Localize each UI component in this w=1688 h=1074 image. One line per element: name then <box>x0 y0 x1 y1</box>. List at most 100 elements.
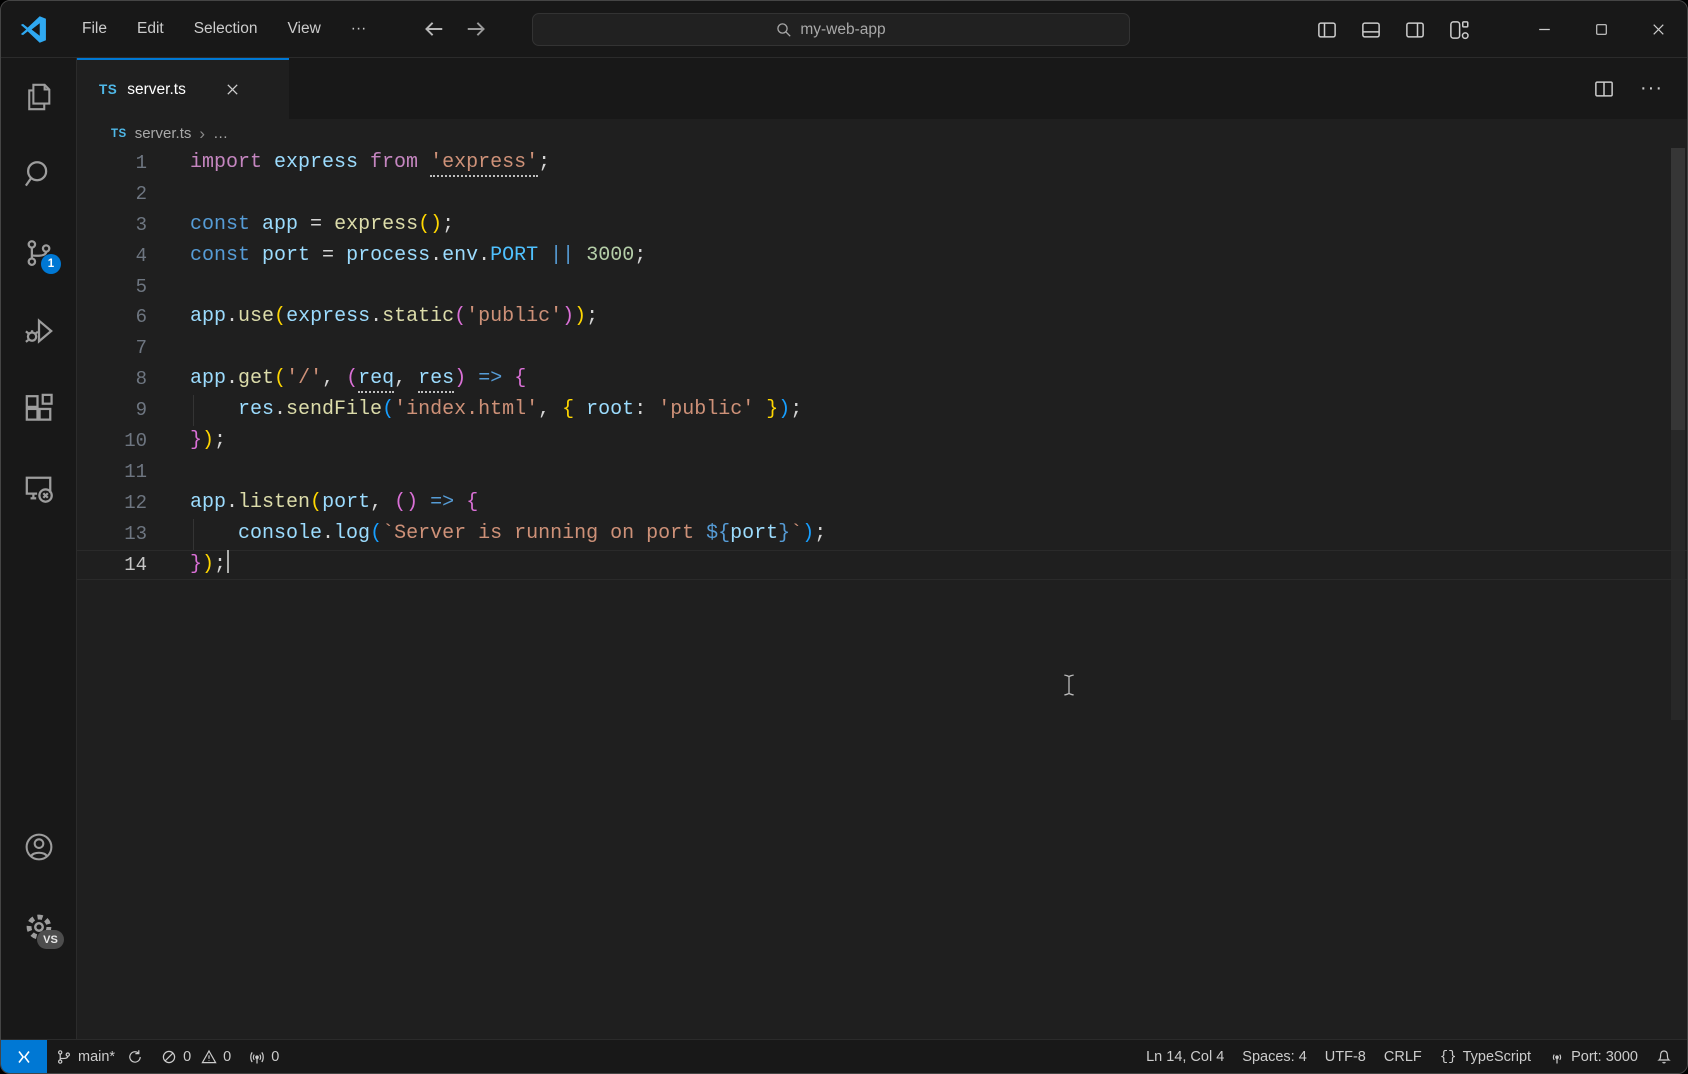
language-mode-status[interactable]: {} TypeScript <box>1431 1040 1540 1073</box>
toggle-secondary-sidebar-icon[interactable] <box>1405 20 1425 40</box>
remote-explorer-button[interactable] <box>24 473 54 503</box>
editor-group: TS server.ts ··· TS server.ts › … 1impor… <box>77 58 1687 1039</box>
files-icon <box>24 82 54 112</box>
tab-server-ts[interactable]: TS server.ts <box>77 58 289 119</box>
code-line[interactable]: 7 <box>77 333 1687 364</box>
indent-guide <box>193 519 194 550</box>
code-token: '/' <box>286 367 322 390</box>
line-number[interactable]: 14 <box>77 550 147 581</box>
tab-close-button[interactable] <box>222 79 244 101</box>
run-debug-button[interactable] <box>24 316 54 346</box>
customize-layout-icon[interactable] <box>1449 20 1469 40</box>
code-line[interactable]: 4const port = process.env.PORT || 3000; <box>77 241 1687 272</box>
settings-button[interactable]: VS <box>24 912 54 942</box>
line-number[interactable]: 2 <box>77 179 147 210</box>
remote-explorer-icon <box>24 473 54 503</box>
code-token: const <box>190 244 250 267</box>
maximize-button[interactable] <box>1573 1 1630 58</box>
code-line[interactable]: 14}); <box>77 550 1687 581</box>
code-token: . <box>226 491 238 514</box>
extensions-button[interactable] <box>24 393 54 423</box>
branch-status[interactable]: main* <box>47 1040 152 1073</box>
split-editor-icon[interactable] <box>1594 79 1614 99</box>
menu-view[interactable]: View <box>272 14 335 44</box>
code-line[interactable]: 11 <box>77 457 1687 488</box>
code-token: ${ <box>706 522 730 545</box>
code-token: ( <box>418 213 430 236</box>
code-token: ; <box>538 151 550 174</box>
indentation-status[interactable]: Spaces: 4 <box>1233 1040 1316 1073</box>
code-token: app <box>262 213 298 236</box>
extensions-icon <box>24 393 54 423</box>
code-token: ) <box>778 398 790 421</box>
code-token: ( <box>310 491 322 514</box>
code-token: , <box>322 367 334 390</box>
line-number[interactable]: 7 <box>77 333 147 364</box>
code-token: root <box>586 398 634 421</box>
eol-status[interactable]: CRLF <box>1375 1040 1431 1073</box>
toggle-primary-sidebar-icon[interactable] <box>1317 20 1337 40</box>
line-number[interactable]: 9 <box>77 395 147 426</box>
line-number[interactable]: 3 <box>77 210 147 241</box>
remote-indicator[interactable] <box>1 1040 47 1073</box>
line-number[interactable]: 4 <box>77 241 147 272</box>
account-icon <box>24 832 54 862</box>
menu-edit[interactable]: Edit <box>122 14 179 44</box>
code-line[interactable]: 6app.use(express.static('public')); <box>77 302 1687 333</box>
code-line[interactable]: 9 res.sendFile('index.html', { root: 'pu… <box>77 395 1687 426</box>
line-number[interactable]: 11 <box>77 457 147 488</box>
editor-more-actions[interactable]: ··· <box>1640 77 1663 100</box>
code-line[interactable]: 2 <box>77 179 1687 210</box>
search-view-button[interactable] <box>24 159 54 189</box>
search-icon <box>24 159 54 189</box>
code-token: , <box>538 398 550 421</box>
code-line[interactable]: 3const app = express(); <box>77 210 1687 241</box>
line-number[interactable]: 8 <box>77 364 147 395</box>
forwarded-port-status[interactable]: Port: 3000 <box>1540 1040 1647 1073</box>
command-center-search[interactable]: my-web-app <box>532 13 1130 46</box>
code-line[interactable]: 1import express from 'express'; <box>77 148 1687 179</box>
code-token: ) <box>454 367 466 390</box>
code-token <box>646 398 658 421</box>
code-line[interactable]: 5 <box>77 272 1687 303</box>
code-token: ( <box>274 305 286 328</box>
breadcrumb-symbol-more[interactable]: … <box>213 125 228 142</box>
line-number[interactable]: 1 <box>77 148 147 179</box>
code-token: use <box>238 305 274 328</box>
toggle-panel-icon[interactable] <box>1361 20 1381 40</box>
notifications-button[interactable] <box>1647 1040 1681 1073</box>
encoding-status[interactable]: UTF-8 <box>1316 1040 1375 1073</box>
code-token <box>502 367 514 390</box>
code-token: res <box>418 367 454 393</box>
line-number[interactable]: 10 <box>77 426 147 457</box>
indentation-text: Spaces: 4 <box>1242 1049 1307 1065</box>
source-control-button[interactable]: 1 <box>24 238 54 268</box>
menu-selection[interactable]: Selection <box>179 14 273 44</box>
line-number[interactable]: 13 <box>77 519 147 550</box>
line-number[interactable]: 6 <box>77 302 147 333</box>
cursor-position-status[interactable]: Ln 14, Col 4 <box>1137 1040 1233 1073</box>
accounts-button[interactable] <box>24 832 54 862</box>
vertical-scrollbar[interactable] <box>1671 148 1685 430</box>
line-number[interactable]: 12 <box>77 488 147 519</box>
problems-status[interactable]: 0 0 <box>152 1040 240 1073</box>
navigate-back-icon[interactable] <box>423 18 445 40</box>
code-line[interactable]: 8app.get('/', (req, res) => { <box>77 364 1687 395</box>
code-token: = <box>310 244 346 267</box>
menu-file[interactable]: File <box>67 14 122 44</box>
code-editor[interactable]: 1import express from 'express';23const a… <box>77 148 1687 1039</box>
code-token: port <box>262 244 310 267</box>
code-line[interactable]: 10}); <box>77 426 1687 457</box>
code-line[interactable]: 12app.listen(port, () => { <box>77 488 1687 519</box>
code-token <box>466 367 478 390</box>
menu-more[interactable]: ··· <box>336 14 382 44</box>
navigate-forward-icon[interactable] <box>465 18 487 40</box>
ports-status[interactable]: 0 <box>240 1040 288 1073</box>
code-line[interactable]: 13 console.log(`Server is running on por… <box>77 519 1687 550</box>
breadcrumb-file[interactable]: server.ts <box>135 125 192 142</box>
minimize-button[interactable] <box>1516 1 1573 58</box>
close-button[interactable] <box>1630 1 1687 58</box>
explorer-button[interactable] <box>24 82 54 112</box>
code-token <box>550 398 562 421</box>
line-number[interactable]: 5 <box>77 272 147 303</box>
